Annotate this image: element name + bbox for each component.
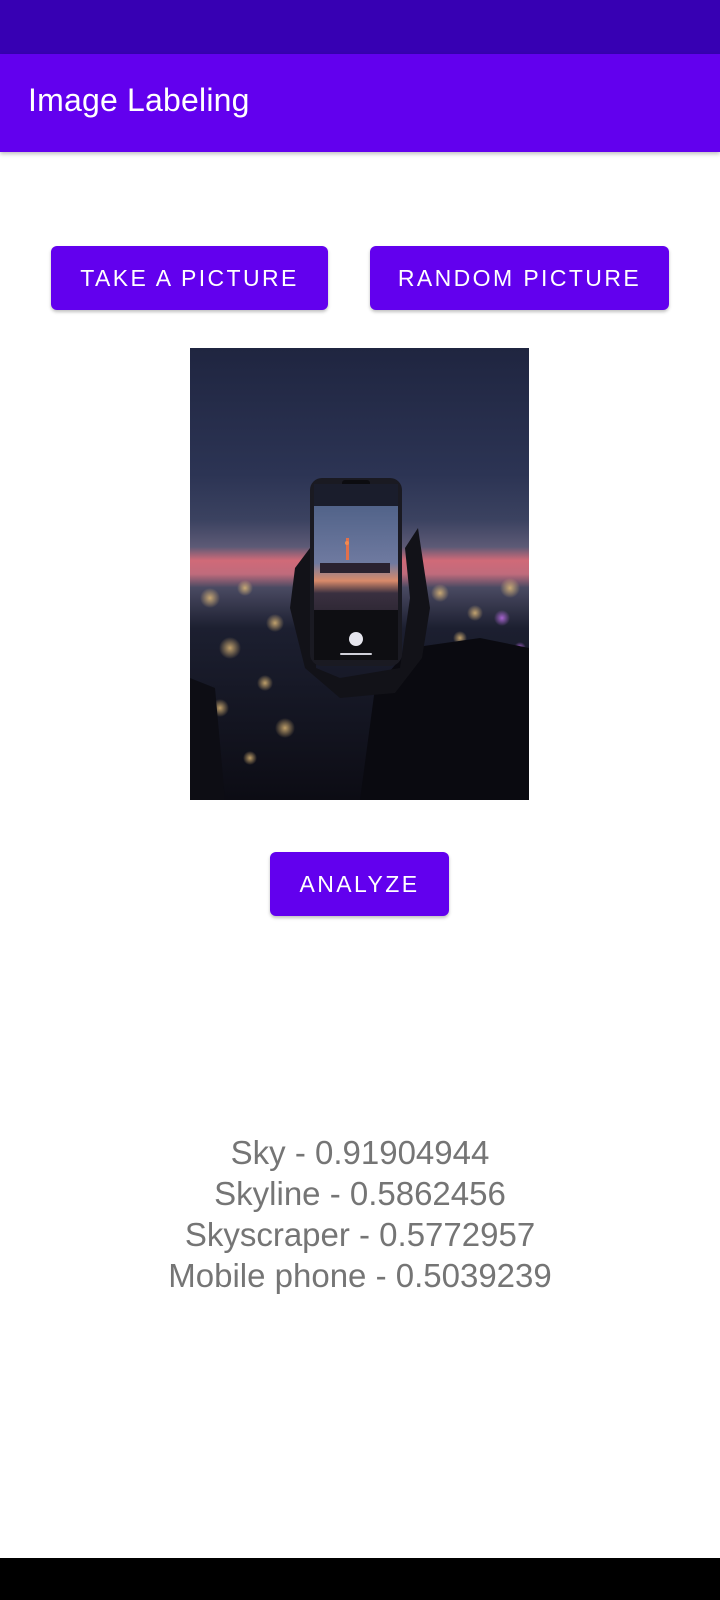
result-item: Sky - 0.91904944 — [230, 1134, 490, 1171]
selected-image — [190, 348, 529, 800]
result-item: Mobile phone - 0.5039239 — [168, 1257, 552, 1294]
screen: Image Labeling TAKE A PICTURE RANDOM PIC… — [0, 0, 720, 1600]
result-item: Skyline - 0.5862456 — [214, 1175, 506, 1212]
page-title: Image Labeling — [28, 82, 250, 118]
navigation-bar — [0, 1558, 720, 1600]
take-picture-button[interactable]: TAKE A PICTURE — [51, 246, 328, 310]
random-picture-button[interactable]: RANDOM PICTURE — [370, 246, 669, 310]
results-list: Sky - 0.91904944 Skyline - 0.5862456 Sky… — [0, 1132, 720, 1296]
status-bar — [0, 0, 720, 54]
phone-in-photo — [310, 478, 402, 666]
app-bar: Image Labeling — [0, 54, 720, 152]
result-item: Skyscraper - 0.5772957 — [184, 1216, 536, 1253]
analyze-button[interactable]: ANALYZE — [270, 852, 449, 916]
